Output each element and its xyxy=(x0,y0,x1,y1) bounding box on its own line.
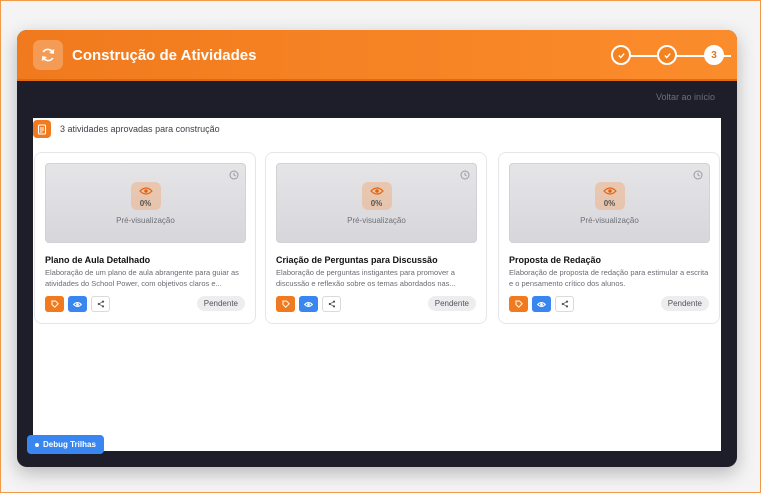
activity-title: Proposta de Redação xyxy=(509,255,602,265)
activity-card[interactable]: 0% Pré-visualização Plano de Aula Detalh… xyxy=(34,152,256,324)
preview-label: Pré-visualização xyxy=(347,216,406,225)
eye-icon xyxy=(304,301,313,307)
debug-trails-button[interactable]: Debug Trilhas xyxy=(27,435,104,454)
construction-modal: Construção de Atividades 3 Voltar ao iní… xyxy=(17,30,737,467)
activities-panel: 3 atividades aprovadas para construção 0… xyxy=(33,118,721,451)
activity-card[interactable]: 0% Pré-visualização Proposta de Redação … xyxy=(498,152,720,324)
share-icon xyxy=(97,300,104,308)
activity-preview[interactable]: 0% Pré-visualização xyxy=(276,163,477,243)
view-button[interactable] xyxy=(299,296,318,312)
edit-button[interactable] xyxy=(276,296,295,312)
check-icon xyxy=(663,52,671,58)
step-2-done xyxy=(657,45,677,65)
clock-icon xyxy=(460,170,470,180)
dot-icon xyxy=(35,442,39,447)
share-icon xyxy=(328,300,335,308)
tag-icon xyxy=(51,300,59,308)
refresh-icon xyxy=(33,40,63,70)
status-badge: Pendente xyxy=(660,296,709,311)
activity-title: Plano de Aula Detalhado xyxy=(45,255,151,265)
edit-button[interactable] xyxy=(45,296,64,312)
share-button[interactable] xyxy=(91,296,110,312)
status-badge: Pendente xyxy=(196,296,245,311)
check-icon xyxy=(617,52,625,58)
activity-title: Criação de Perguntas para Discussão xyxy=(276,255,438,265)
activity-description: Elaboração de um plano de aula abrangent… xyxy=(45,268,239,288)
step-3-current: 3 xyxy=(704,45,724,65)
preview-label: Pré-visualização xyxy=(116,216,175,225)
eye-icon xyxy=(537,301,546,307)
modal-header: Construção de Atividades 3 xyxy=(17,30,737,81)
share-icon xyxy=(561,300,568,308)
view-button[interactable] xyxy=(532,296,551,312)
back-to-start-link[interactable]: Voltar ao início xyxy=(656,92,715,102)
clock-icon xyxy=(693,170,703,180)
debug-label: Debug Trilhas xyxy=(43,440,96,449)
activity-description: Elaboração de perguntas instigantes para… xyxy=(276,268,456,288)
share-button[interactable] xyxy=(555,296,574,312)
progress-stepper: 3 xyxy=(611,45,731,67)
share-button[interactable] xyxy=(322,296,341,312)
tag-icon xyxy=(282,300,290,308)
document-icon xyxy=(33,120,51,138)
progress-percent: 0% xyxy=(139,199,152,208)
step-1-done xyxy=(611,45,631,65)
activity-preview[interactable]: 0% Pré-visualização xyxy=(45,163,246,243)
summary-text: 3 atividades aprovadas para construção xyxy=(60,124,220,134)
progress-percent: 0% xyxy=(370,199,383,208)
page-title: Construção de Atividades xyxy=(72,47,257,64)
activity-preview[interactable]: 0% Pré-visualização xyxy=(509,163,710,243)
clock-icon xyxy=(229,170,239,180)
progress-percent: 0% xyxy=(603,199,616,208)
activity-description: Elaboração de proposta de redação para e… xyxy=(509,268,709,288)
tag-icon xyxy=(515,300,523,308)
eye-icon xyxy=(73,301,82,307)
view-button[interactable] xyxy=(68,296,87,312)
preview-label: Pré-visualização xyxy=(580,216,639,225)
approved-summary: 3 atividades aprovadas para construção xyxy=(33,119,220,139)
edit-button[interactable] xyxy=(509,296,528,312)
status-badge: Pendente xyxy=(427,296,476,311)
activity-card[interactable]: 0% Pré-visualização Criação de Perguntas… xyxy=(265,152,487,324)
